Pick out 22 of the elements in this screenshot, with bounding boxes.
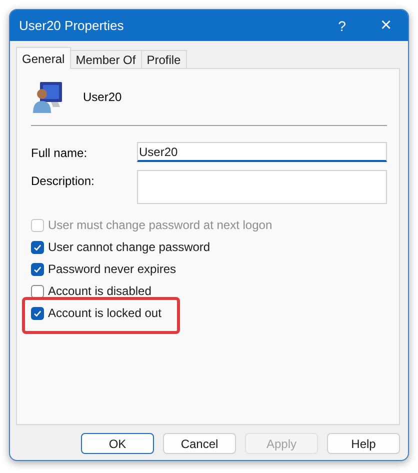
checkbox[interactable] <box>31 306 44 320</box>
tab[interactable]: General <box>16 47 71 69</box>
user-name: User20 <box>83 90 122 104</box>
full-name-field[interactable]: User20 <box>137 142 387 162</box>
user-computer-icon <box>31 80 65 114</box>
checkbox-label[interactable]: Password never expires <box>48 262 176 276</box>
window-title: User20 Properties <box>19 18 125 33</box>
dialog-button[interactable]: OK <box>81 433 154 454</box>
close-button[interactable]: × <box>364 10 408 41</box>
tab[interactable]: Profile <box>140 50 187 68</box>
checkbox[interactable] <box>31 240 44 254</box>
checkbox[interactable] <box>31 284 44 298</box>
field-label: Full name: <box>31 145 88 162</box>
checkbox[interactable] <box>31 262 44 276</box>
description-field[interactable] <box>137 170 387 204</box>
dialog-button[interactable]: Cancel <box>163 433 236 454</box>
help-button[interactable]: ? <box>320 10 364 41</box>
field-label: Description: <box>31 173 96 190</box>
checkbox-label[interactable]: User cannot change password <box>48 240 210 254</box>
dialog-button[interactable]: Help <box>327 433 400 454</box>
checkbox-label[interactable]: Account is disabled <box>48 284 152 298</box>
checkbox-label[interactable]: Account is locked out <box>48 306 162 320</box>
